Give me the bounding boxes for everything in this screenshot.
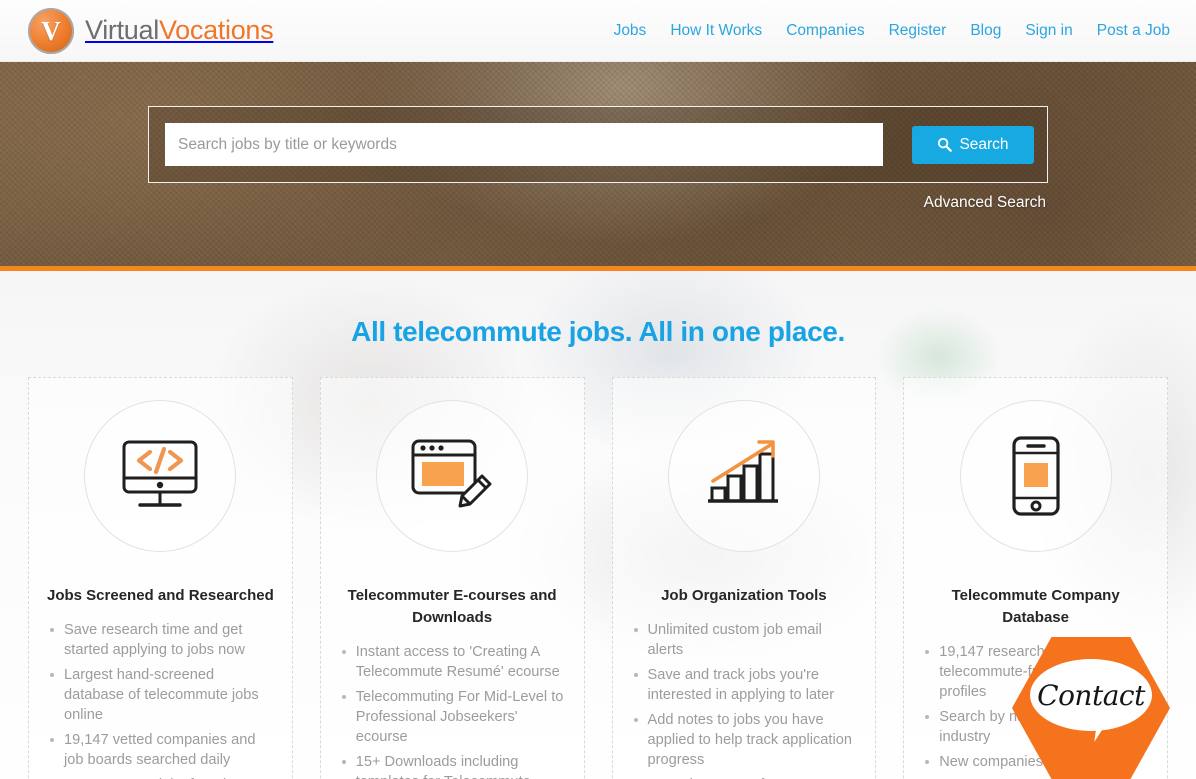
feature-card-job-organization: Job Organization Tools Unlimited custom … (611, 377, 877, 779)
list-item: Save research time and get started apply… (47, 620, 274, 660)
list-item: Telecommuting For Mid-Level to Professio… (339, 687, 566, 747)
page-root: V VirtualVocations Jobs How It Works Com… (0, 0, 1196, 779)
card-bullet-list: Instant access to 'Creating A Telecommut… (339, 642, 566, 779)
mobile-phone-icon (959, 400, 1112, 552)
logo-letter: V (41, 15, 61, 46)
browser-pencil-icon (376, 400, 529, 552)
logo-link[interactable]: V VirtualVocations (28, 7, 274, 54)
monitor-code-icon (84, 400, 237, 552)
card-title: Telecommute Company Database (951, 587, 1120, 626)
nav-item-companies[interactable]: Companies (786, 22, 864, 40)
logo-wordmark: VirtualVocations (85, 15, 274, 46)
search-button[interactable]: Search (912, 125, 1034, 164)
nav-item-register[interactable]: Register (889, 22, 947, 40)
list-item: 19,147 vetted companies and job boards s… (47, 730, 274, 770)
list-item: Unlimited custom job email alerts (631, 620, 858, 660)
card-title: Telecommuter E-courses and Downloads (347, 587, 557, 626)
feature-card-jobs-screened: Jobs Screened and Researched Save resear… (28, 377, 293, 779)
contact-widget-label: Contact (1037, 678, 1145, 712)
nav-item-how-it-works[interactable]: How It Works (670, 22, 762, 40)
hero-banner: Search Advanced Search (0, 62, 1196, 266)
nav-item-sign-in[interactable]: Sign in (1025, 22, 1072, 40)
logo-word-virtual: Virtual (85, 15, 159, 45)
nav-item-post-a-job[interactable]: Post a Job (1097, 22, 1170, 40)
list-item: Instant access to 'Creating A Telecommut… (339, 642, 566, 682)
list-item: Largest hand-screened database of teleco… (47, 665, 274, 725)
magnifier-icon (937, 137, 953, 152)
card-bullet-list: Unlimited custom job email alerts Save a… (631, 620, 858, 779)
speech-bubble-icon: Contact (1030, 659, 1152, 731)
card-title: Jobs Screened and Researched (47, 587, 274, 604)
list-item: Save documents for easy access (631, 775, 858, 779)
list-item: Add notes to jobs you have applied to he… (631, 710, 858, 770)
card-bullet-list: Save research time and get started apply… (47, 620, 274, 779)
nav-item-blog[interactable]: Blog (970, 22, 1001, 40)
contact-widget-button[interactable]: Contact (1012, 637, 1170, 779)
list-item: Save and track jobs you're interested in… (631, 665, 858, 705)
orange-divider (0, 266, 1196, 271)
page-headline: All telecommute jobs. All in one place. (351, 316, 845, 347)
main-navigation: Jobs How It Works Companies Register Blo… (614, 22, 1170, 40)
advanced-search-link[interactable]: Advanced Search (924, 194, 1046, 212)
logo-badge-icon: V (28, 7, 74, 54)
job-search-bar: Search (148, 106, 1048, 183)
site-header: V VirtualVocations Jobs How It Works Com… (0, 0, 1196, 62)
nav-item-jobs[interactable]: Jobs (614, 22, 647, 40)
feature-card-ecourses: Telecommuter E-courses and Downloads Ins… (319, 377, 585, 779)
bar-chart-arrow-icon (667, 400, 820, 552)
logo-word-vocations: Vocations (158, 15, 274, 45)
search-button-label: Search (959, 135, 1009, 153)
list-item: 15+ Downloads including templates for Te… (339, 752, 566, 779)
search-input[interactable] (165, 123, 883, 166)
card-title: Job Organization Tools (661, 587, 827, 604)
list-item: Over 751 new jobs found every day (47, 775, 274, 779)
